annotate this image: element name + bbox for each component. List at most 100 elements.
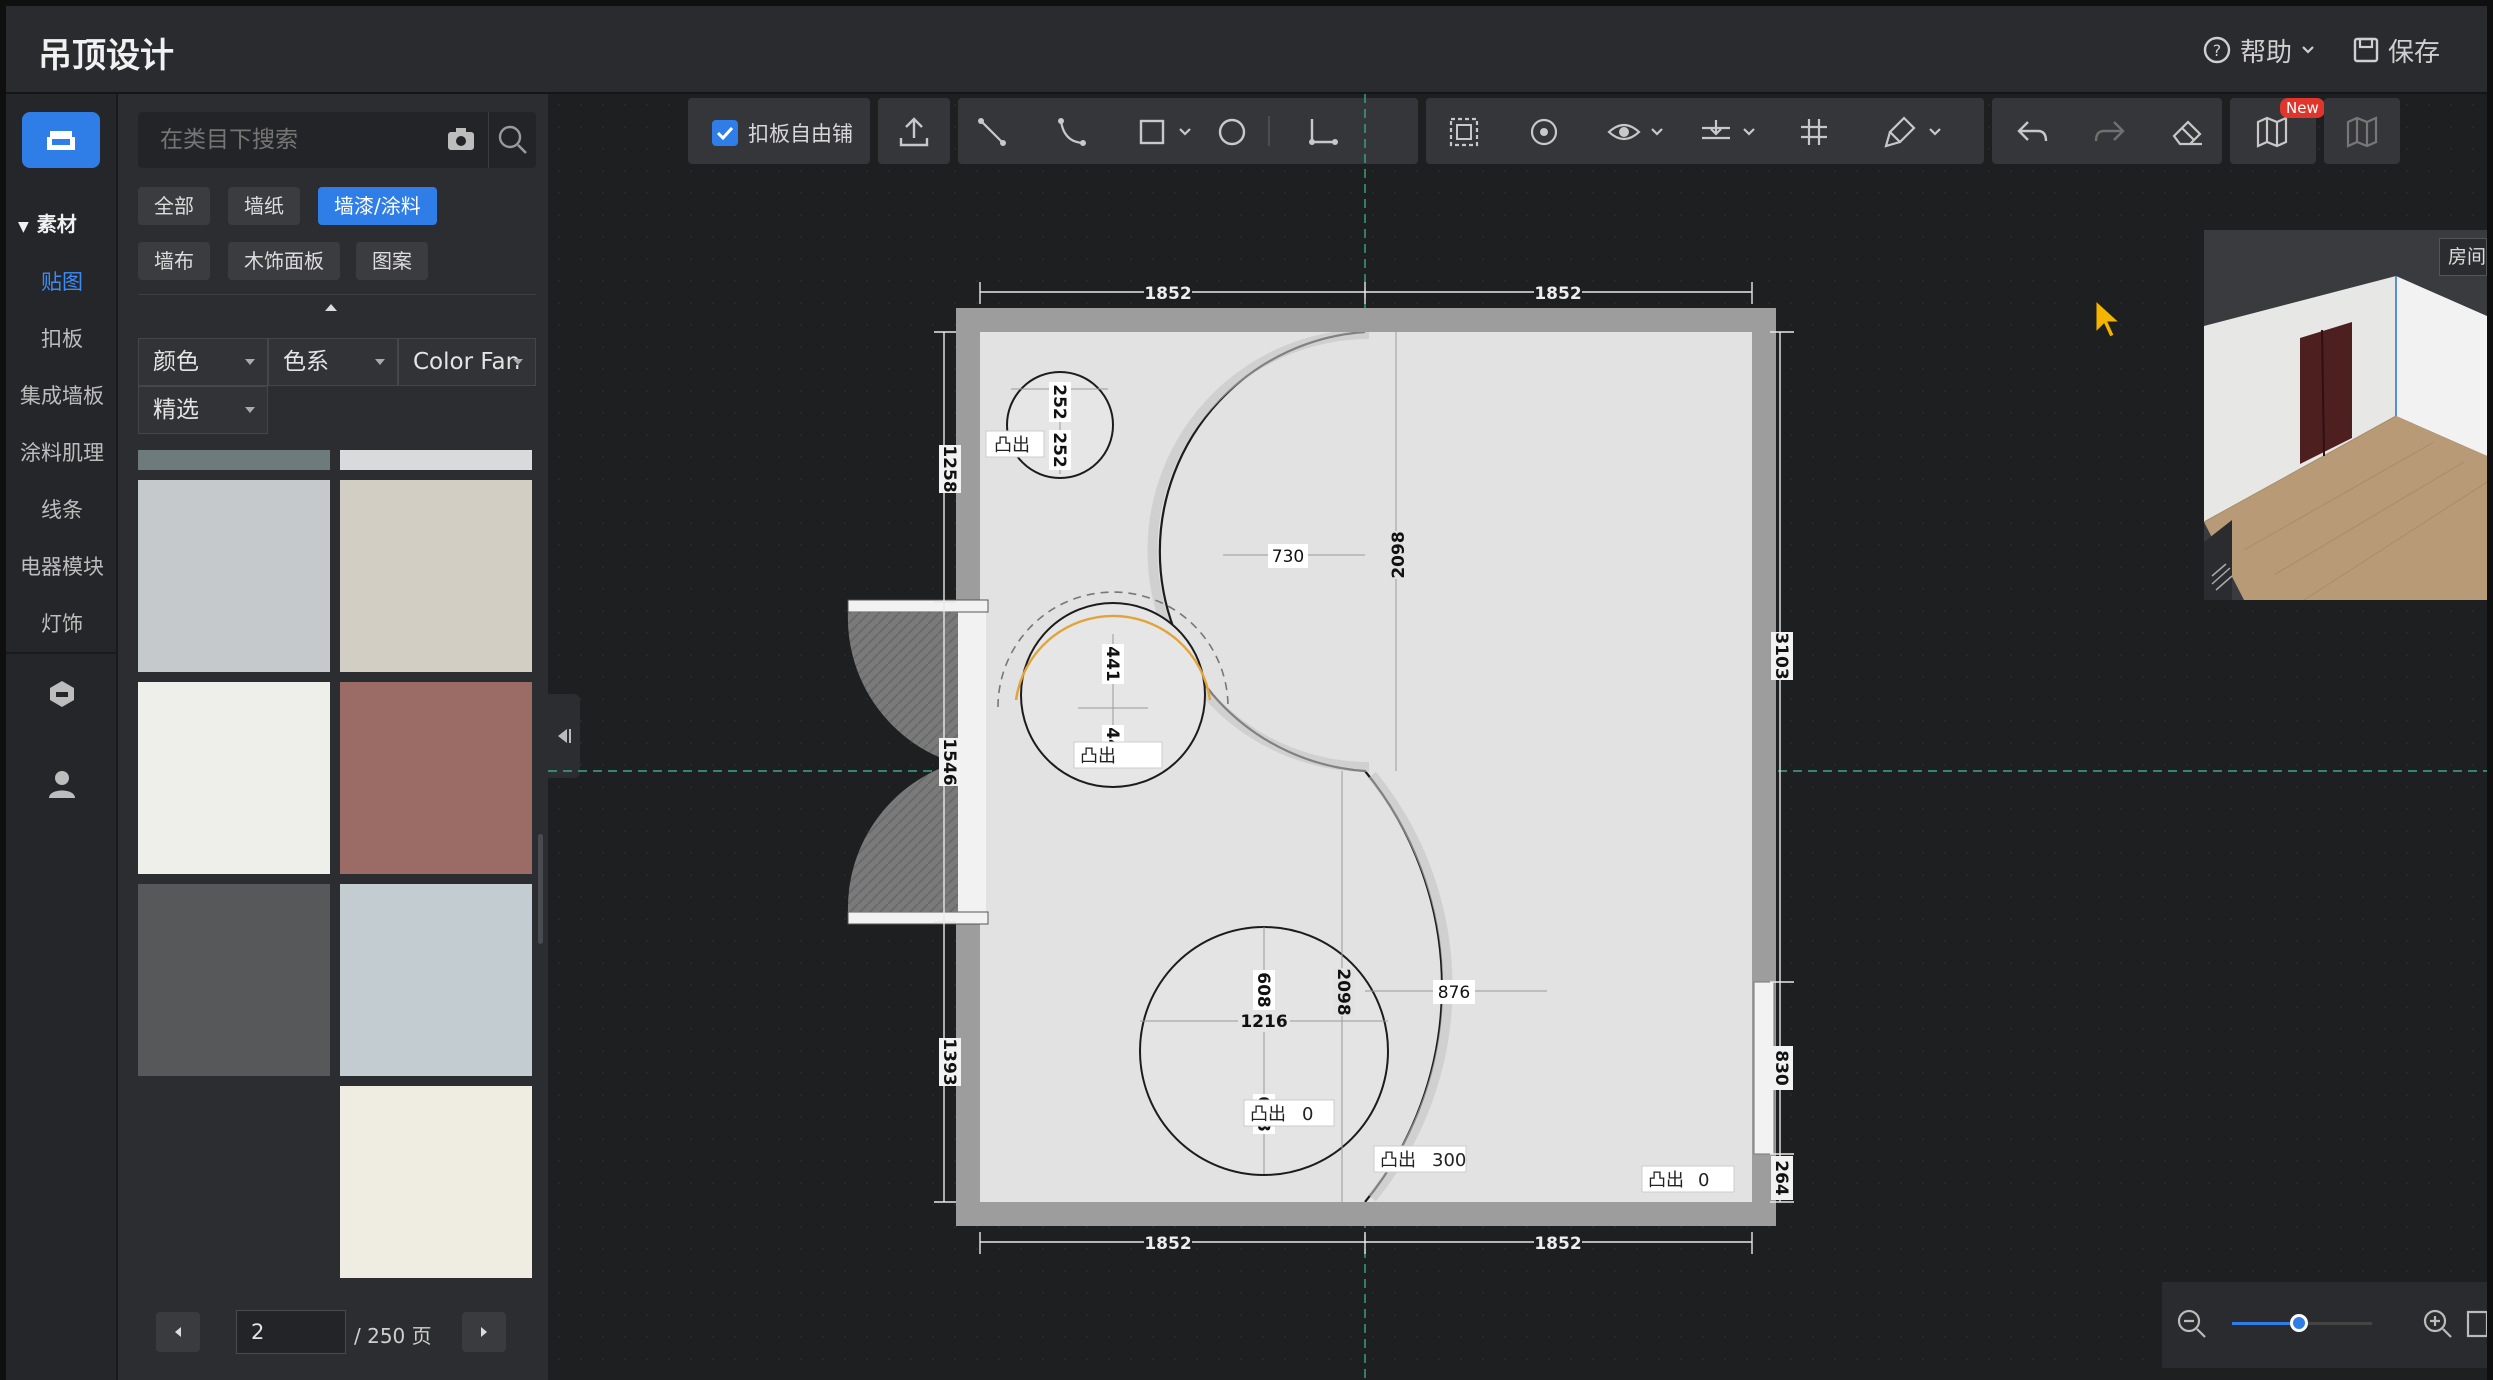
featured-label: 精选: [153, 397, 199, 423]
materials-panel: 全部 墙纸 墙漆/涂料 墙布 木饰面板 图案 颜色 色系 Color Fan 精…: [118, 94, 548, 1380]
rail-item-lighting[interactable]: 灯饰: [6, 608, 118, 638]
zoom-out-icon[interactable]: [2176, 1308, 2208, 1340]
color-family-label: 色系: [283, 349, 329, 375]
zoom-slider-track[interactable]: [2232, 1314, 2372, 1332]
convex-label: 凸出: [1380, 1150, 1416, 1171]
tag-all[interactable]: 全部: [138, 187, 210, 225]
rail-section-header[interactable]: ▼ 素材: [18, 208, 77, 237]
dim-right-3: 264: [1771, 1160, 1791, 1196]
bottom-circle-shape[interactable]: [1139, 926, 1389, 1176]
dim-right-1: 3103: [1771, 632, 1791, 679]
search-icon: [498, 125, 527, 154]
swatch-item[interactable]: [138, 450, 330, 470]
swatch-item[interactable]: [138, 480, 330, 672]
tag-wallpaper[interactable]: 墙纸: [228, 187, 300, 225]
left-door[interactable]: [847, 599, 989, 925]
color-fan-filter[interactable]: Color Fan: [398, 338, 536, 386]
search-button[interactable]: [488, 112, 536, 168]
convex-tag-arc-circle[interactable]: 凸出: [1073, 741, 1163, 769]
swatch-grid: [138, 450, 536, 1290]
app-window: 吊顶设计 ? 帮助 保存 ▼ 素材 贴图 扣板 集成墙板 涂料肌理 线条 电器模块…: [0, 0, 2493, 1380]
save-button[interactable]: 保存: [2352, 32, 2440, 68]
swatch-item[interactable]: [138, 1086, 330, 1278]
convex-value: 0: [1302, 1104, 1313, 1125]
arc-circle-dim-1: 441: [1102, 646, 1122, 682]
convex-label: 凸出: [1648, 1170, 1684, 1191]
convex-tag-small-circle[interactable]: 凸出: [985, 430, 1045, 458]
featured-filter[interactable]: 精选: [138, 386, 268, 434]
user-icon[interactable]: [46, 768, 78, 800]
room-3d-render: [2204, 230, 2487, 600]
dim-left-2: 1546: [939, 738, 959, 785]
material-library-button[interactable]: [22, 112, 100, 168]
header-bar: 吊顶设计 ? 帮助 保存: [6, 6, 2487, 94]
left-rail: ▼ 素材 贴图 扣板 集成墙板 涂料肌理 线条 电器模块 灯饰: [6, 94, 118, 1380]
page-number-input[interactable]: [236, 1310, 346, 1354]
room-3d-preview[interactable]: 房间: [2204, 230, 2487, 600]
sofa-icon: [47, 131, 75, 150]
small-circle-dim-2: 252: [1049, 432, 1069, 468]
fit-screen-icon[interactable]: [2466, 1310, 2487, 1338]
help-label: 帮助: [2240, 37, 2293, 68]
help-button[interactable]: ? 帮助: [2202, 32, 2316, 68]
design-canvas[interactable]: 扣板自由铺 New 1852 1852 1852 1852 1258 1546 …: [548, 94, 2487, 1380]
bottom-circle-dim-2: 1216: [1240, 1012, 1287, 1032]
collapse-up-icon[interactable]: [324, 302, 338, 312]
swatch-item[interactable]: [340, 884, 532, 1076]
swatch-item[interactable]: [340, 480, 532, 672]
tag-wood-veneer[interactable]: 木饰面板: [228, 242, 340, 280]
filter-divider: [138, 294, 536, 295]
convex-label: 凸出: [1080, 746, 1116, 767]
chevron-down-icon: [2302, 46, 2314, 54]
s-curve-dim-radius: 730: [1272, 547, 1304, 567]
prev-page-button[interactable]: [156, 1312, 200, 1352]
rail-item-panel[interactable]: 扣板: [6, 323, 118, 353]
swatch-item[interactable]: [340, 682, 532, 874]
dim-bottom-2: 1852: [1534, 1234, 1581, 1254]
swatch-item[interactable]: [340, 450, 532, 470]
app-title: 吊顶设计: [38, 36, 174, 76]
rail-item-wall-board[interactable]: 集成墙板: [6, 380, 118, 410]
swatch-item[interactable]: [138, 884, 330, 1076]
mouse-cursor-icon: [2095, 299, 2121, 338]
pagination: / 250 页: [118, 1294, 548, 1380]
rail-item-texture[interactable]: 贴图: [6, 266, 118, 296]
small-circle-dim-1: 252: [1049, 384, 1069, 420]
chevron-right-icon: [481, 1327, 487, 1337]
ceiling-plan[interactable]: 1852 1852 1852 1852 1258 1546 1393 3103 …: [548, 94, 2487, 1380]
dim-top-1: 1852: [1144, 284, 1191, 304]
room-view-button[interactable]: 房间: [2439, 238, 2487, 276]
bottom-circle-dim-1: 608: [1253, 972, 1273, 1008]
tag-paint[interactable]: 墙漆/涂料: [318, 187, 437, 225]
camera-icon[interactable]: [446, 126, 476, 152]
save-icon: [2353, 37, 2379, 63]
zoom-slider-handle[interactable]: [2290, 1314, 2308, 1332]
tag-pattern[interactable]: 图案: [356, 242, 428, 280]
panel-scrollbar[interactable]: [538, 834, 543, 944]
zoom-control: [2162, 1282, 2487, 1368]
color-filter-label: 颜色: [153, 349, 199, 375]
color-fan-label: Color Fan: [413, 349, 521, 375]
swatch-item[interactable]: [340, 1086, 532, 1278]
convex-tag-bottom-circle[interactable]: 凸出 0: [1243, 1099, 1335, 1127]
convex-tag-s-curve[interactable]: 凸出 300: [1373, 1145, 1467, 1173]
search-box: [138, 112, 536, 168]
dim-bottom-1: 1852: [1144, 1234, 1191, 1254]
zoom-in-icon[interactable]: [2422, 1308, 2454, 1340]
search-input[interactable]: [138, 112, 428, 168]
color-filter[interactable]: 颜色: [138, 338, 268, 386]
swatch-item[interactable]: [138, 682, 330, 874]
color-family-filter[interactable]: 色系: [268, 338, 398, 386]
s-curve-dim-height-2: 2098: [1333, 968, 1353, 1015]
rail-item-paint-texture[interactable]: 涂料肌理: [6, 437, 118, 467]
tag-wall-cloth[interactable]: 墙布: [138, 242, 210, 280]
convex-tag-room[interactable]: 凸出 0: [1641, 1165, 1735, 1193]
rail-item-appliance[interactable]: 电器模块: [6, 551, 118, 581]
cube-icon[interactable]: [46, 678, 78, 710]
rail-item-moulding[interactable]: 线条: [6, 494, 118, 524]
next-page-button[interactable]: [462, 1312, 506, 1352]
rail-section-label: 素材: [36, 212, 77, 236]
convex-value: 300: [1432, 1150, 1466, 1171]
chevron-left-icon: [175, 1327, 181, 1337]
dim-left-3: 1393: [939, 1038, 959, 1085]
